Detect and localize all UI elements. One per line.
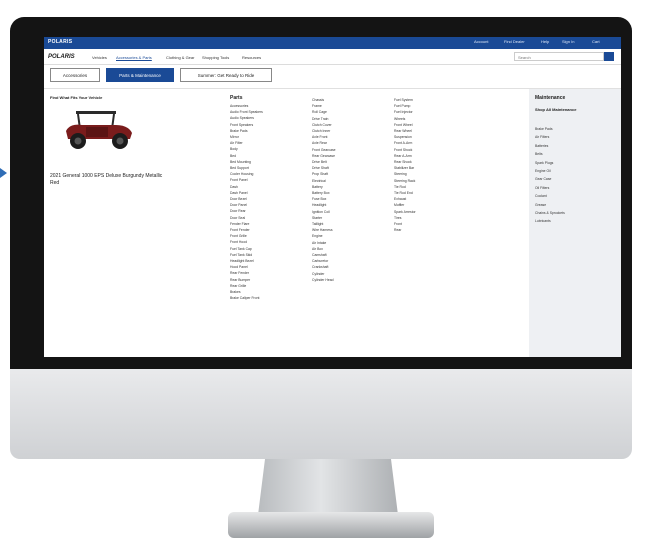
monitor-stand-foot (228, 512, 434, 538)
parts-link-item[interactable]: Spark Arrestor (394, 209, 416, 215)
parts-link-item[interactable]: Brake Caliper Front (230, 295, 263, 301)
parts-link-item[interactable]: Rear (394, 227, 416, 233)
vehicle-image (66, 111, 132, 149)
sidebar-item[interactable]: Chains & Sprockets (535, 209, 565, 217)
vehicle-name: 2021 General 1000 EPS Deluxe Burgundy Me… (50, 173, 200, 187)
parts-column-1: Accessories Audio Front Speakers Audio Spe… (230, 103, 263, 302)
parts-link-item[interactable]: Cylinder Head (312, 277, 336, 283)
nav-item-clothing-gear[interactable]: Clothing & Gear (166, 55, 194, 60)
tab-summer-ready[interactable]: Summer: Get Ready to Ride (180, 68, 272, 82)
monitor-screen: POLARIS Account Find Dealer Help Sign In… (44, 37, 621, 357)
tab-accessories[interactable]: Accessories (50, 68, 100, 82)
tab-parts-maintenance[interactable]: Parts & Maintenance (106, 68, 174, 82)
parts-link-item[interactable]: Steering Rack (394, 178, 416, 184)
sidebar-item[interactable]: Brake Pads (535, 125, 565, 133)
nav-item-vehicles[interactable]: Vehicles (92, 55, 107, 60)
util-link-sign-in[interactable]: Sign In (562, 39, 574, 44)
sidebar-item[interactable]: Batteries (535, 142, 565, 150)
util-link-find-dealer[interactable]: Find Dealer (504, 39, 525, 44)
sidebar-item[interactable]: Spark Plugs (535, 159, 565, 167)
util-link-cart[interactable]: Cart (592, 39, 600, 44)
sidebar-item[interactable]: Air Filters (535, 133, 565, 141)
sidebar-item[interactable]: Oil Filters (535, 184, 565, 192)
sidebar-item[interactable]: Lubricants (535, 217, 565, 225)
fitment-heading: Find What Fits Your Vehicle (50, 95, 103, 100)
brand-name: POLARIS (48, 39, 73, 45)
search-icon[interactable] (604, 52, 614, 61)
vehicle-name-line: 2021 General 1000 EPS Deluxe Burgundy Me… (50, 173, 163, 179)
sidebar-item[interactable]: Coolant (535, 192, 565, 200)
nav-item-shopping-tools[interactable]: Shopping Tools (202, 55, 229, 60)
parts-heading: Parts (230, 95, 243, 101)
sidebar-list: Brake Pads Air Filters Batteries Belts Spark… (535, 125, 565, 226)
vehicle-name-color: Red (50, 180, 60, 186)
util-link-help[interactable]: Help (541, 39, 549, 44)
util-link-account[interactable]: Account (474, 39, 488, 44)
top-utility-bar: POLARIS Account Find Dealer Help Sign In… (44, 37, 621, 49)
site-logo[interactable]: POLARIS (48, 54, 75, 60)
sidebar-item[interactable]: Belts (535, 150, 565, 158)
nav-item-accessories-parts[interactable]: Accessories & Parts (116, 55, 152, 60)
maintenance-sidebar: Maintenance Shop All Maintenance Brake P… (529, 89, 621, 357)
parts-column-3: Fuel System Fuel Pump Fuel Injector Wheels F… (394, 97, 416, 233)
sidebar-item[interactable]: Grease (535, 201, 565, 209)
main-nav: POLARIS Vehicles Accessories & Parts Clo… (44, 50, 621, 65)
pointer-arrow-icon (0, 168, 7, 178)
parts-link-item[interactable]: Fuel Injector (394, 109, 416, 115)
monitor-stand-neck (258, 459, 398, 515)
shop-all-maintenance-link[interactable]: Shop All Maintenance (535, 107, 576, 112)
sidebar-item[interactable]: Gear Case (535, 175, 565, 183)
sidebar-item[interactable]: Engine Oil (535, 167, 565, 175)
nav-item-resources[interactable]: Resources (242, 55, 261, 60)
parts-column-2: Chassis Frame Roll Cage Drive Train Clutch C… (312, 97, 336, 283)
sidebar-heading: Maintenance (535, 95, 566, 101)
search-input[interactable]: Search (514, 52, 604, 61)
parts-link-item[interactable]: Front Gearcase (312, 147, 336, 153)
monitor-chin (10, 369, 632, 459)
